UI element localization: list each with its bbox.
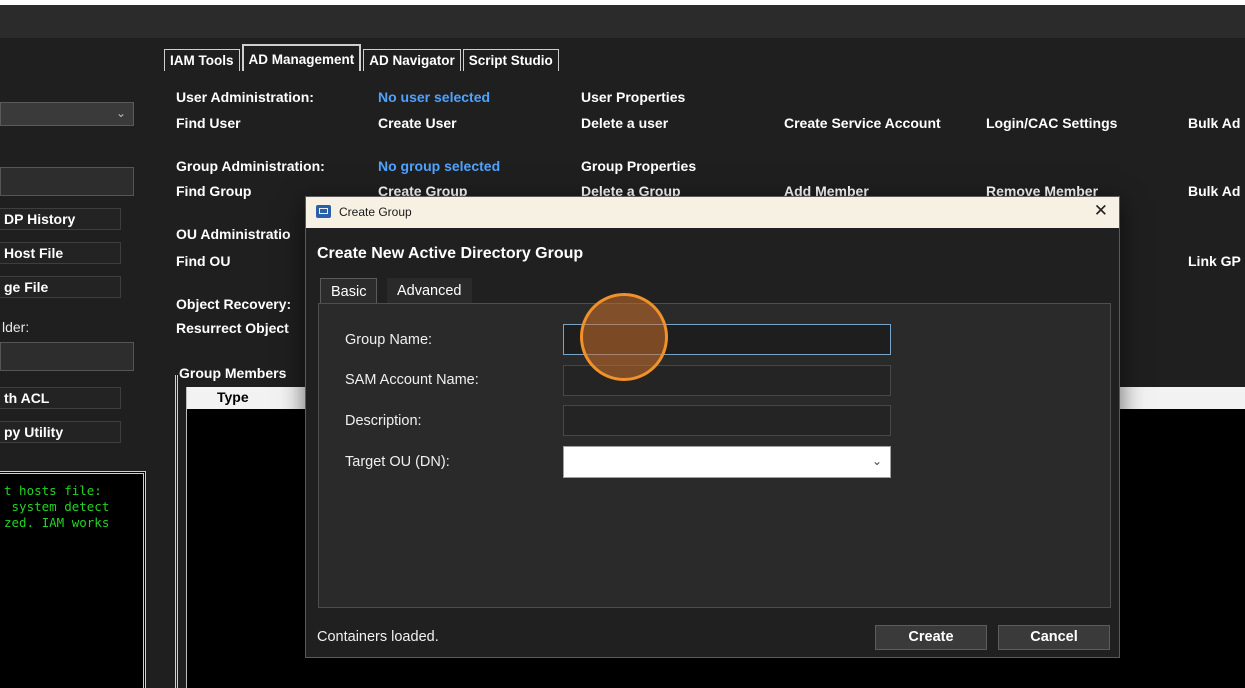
- click-highlight: [580, 293, 668, 381]
- user-properties-link[interactable]: User Properties: [581, 89, 685, 105]
- create-service-account-link[interactable]: Create Service Account: [784, 115, 941, 131]
- create-button[interactable]: Create: [875, 625, 987, 650]
- dialog-heading: Create New Active Directory Group: [317, 245, 584, 262]
- user-status: No user selected: [378, 89, 491, 105]
- folder-field[interactable]: [0, 342, 134, 371]
- console-output: t hosts file: system detect zed. IAM work…: [0, 471, 146, 688]
- app-icon: [316, 205, 331, 218]
- chevron-down-icon: ⌄: [115, 106, 126, 120]
- dialog-window-title: Create Group: [339, 205, 412, 219]
- basic-panel: Group Name: SAM Account Name: Descriptio…: [318, 303, 1111, 608]
- bulk-add-users-link[interactable]: Bulk Ad: [1188, 115, 1240, 131]
- find-user-link[interactable]: Find User: [176, 115, 241, 131]
- object-recovery-title: Object Recovery:: [176, 296, 292, 312]
- find-group-link[interactable]: Find Group: [176, 183, 251, 199]
- main-tabs: IAM Tools AD Management AD Navigator Scr…: [164, 44, 561, 71]
- group-admin-title: Group Administration:: [176, 158, 325, 174]
- path-acl-button[interactable]: th ACL: [0, 387, 121, 409]
- left-dropdown[interactable]: ⌄: [0, 102, 134, 126]
- group-properties-link[interactable]: Group Properties: [581, 158, 696, 174]
- cancel-button[interactable]: Cancel: [998, 625, 1110, 650]
- tab-basic[interactable]: Basic: [320, 278, 378, 304]
- left-text-field[interactable]: [0, 167, 134, 196]
- description-label: Description:: [345, 413, 422, 429]
- delete-user-link[interactable]: Delete a user: [581, 115, 668, 131]
- resurrect-object-link[interactable]: Resurrect Object: [176, 320, 289, 336]
- login-cac-settings-link[interactable]: Login/CAC Settings: [986, 115, 1117, 131]
- tab-script-studio[interactable]: Script Studio: [462, 49, 559, 71]
- host-file-button[interactable]: Host File: [0, 242, 121, 264]
- tab-ad-navigator[interactable]: AD Navigator: [363, 49, 461, 71]
- group-name-label: Group Name:: [345, 332, 433, 348]
- column-type[interactable]: Type: [217, 389, 249, 405]
- dialog-title-bar: Create Group ✕: [306, 197, 1119, 228]
- target-ou-label: Target OU (DN):: [345, 454, 450, 470]
- create-user-link[interactable]: Create User: [378, 115, 457, 131]
- rdp-history-button[interactable]: DP History: [0, 208, 121, 230]
- copy-utility-button[interactable]: py Utility: [0, 421, 121, 443]
- console-line: system detect: [4, 499, 110, 514]
- tab-ad-management[interactable]: AD Management: [241, 44, 362, 71]
- link-gpo-link[interactable]: Link GP: [1188, 253, 1241, 269]
- group-members-title: Group Members: [179, 365, 287, 381]
- target-ou-select[interactable]: ⌄: [563, 446, 891, 478]
- close-icon[interactable]: ✕: [1094, 201, 1108, 221]
- bulk-add-groups-link[interactable]: Bulk Ad: [1188, 183, 1240, 199]
- group-status: No group selected: [378, 158, 501, 174]
- title-bar: [0, 5, 1245, 38]
- sam-account-name-label: SAM Account Name:: [345, 372, 479, 388]
- description-input[interactable]: [563, 405, 891, 436]
- tab-iam-tools[interactable]: IAM Tools: [164, 49, 240, 71]
- edge-file-button[interactable]: ge File: [0, 276, 121, 298]
- create-group-dialog: Create Group ✕ Create New Active Directo…: [305, 196, 1120, 658]
- find-ou-link[interactable]: Find OU: [176, 253, 230, 269]
- chevron-down-icon: ⌄: [871, 454, 882, 468]
- folder-label: lder:: [2, 319, 30, 335]
- tab-advanced[interactable]: Advanced: [387, 278, 472, 304]
- ou-admin-title: OU Administratio: [176, 226, 291, 242]
- console-line: zed. IAM works: [4, 515, 110, 530]
- status-text: Containers loaded.: [317, 629, 439, 645]
- console-line: t hosts file:: [4, 483, 102, 498]
- user-admin-title: User Administration:: [176, 89, 314, 105]
